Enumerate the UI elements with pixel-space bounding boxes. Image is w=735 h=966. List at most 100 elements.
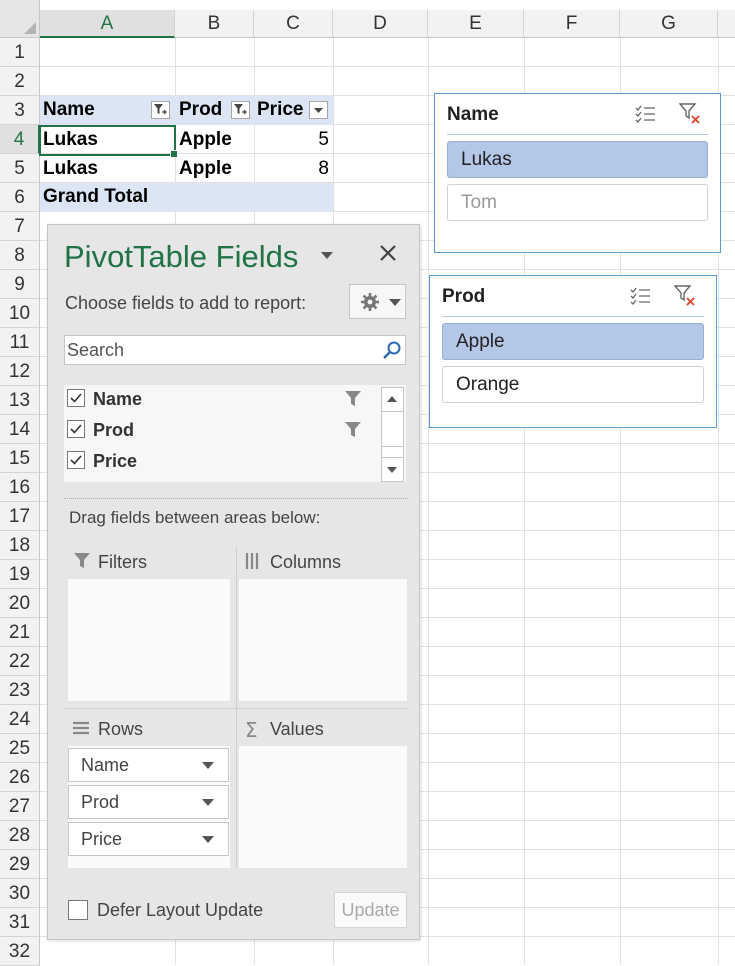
row-header-5[interactable]: 5 [0,154,40,183]
active-cell-cursor[interactable] [39,125,178,158]
pivot-cell-price[interactable]: 5 [254,126,329,154]
row-header-6[interactable]: 6 [0,183,40,212]
update-button[interactable]: Update [334,892,407,928]
row-header-22[interactable]: 22 [0,647,40,676]
row-header-31[interactable]: 31 [0,908,40,937]
columns-icon [245,552,261,575]
column-header-c[interactable]: C [254,10,333,38]
row-header-23[interactable]: 23 [0,676,40,705]
column-header-e[interactable]: E [428,10,524,38]
scroll-down-button[interactable] [382,457,403,481]
column-header-h[interactable] [718,10,735,38]
pivot-cell-name[interactable]: Lukas [43,155,98,183]
row-header-19[interactable]: 19 [0,560,40,589]
field-list-scrollbar[interactable] [381,387,404,482]
column-header-f[interactable]: F [524,10,620,38]
row-header-21[interactable]: 21 [0,618,40,647]
field-item-price[interactable]: Price [67,449,377,475]
multi-select-icon[interactable] [630,286,652,311]
filter-applied-icon[interactable] [231,101,250,119]
row-header-9[interactable]: 9 [0,270,40,299]
chevron-down-icon[interactable] [202,836,214,843]
row-field-prod[interactable]: Prod [68,785,229,819]
row-header-24[interactable]: 24 [0,705,40,734]
checkbox-checked[interactable] [67,389,85,407]
pane-options-dropdown-icon[interactable] [321,252,333,259]
pivot-header-prod[interactable]: Prod [175,96,254,125]
dropdown-arrow-icon[interactable] [309,101,328,119]
rows-area-label: Rows [98,719,144,739]
multi-select-icon[interactable] [635,104,657,129]
row-field-price[interactable]: Price [68,822,229,856]
row-header-17[interactable]: 17 [0,502,40,531]
row-header-32[interactable]: 32 [0,937,40,966]
column-header-b[interactable]: B [175,10,254,38]
pivot-cell-prod[interactable]: Apple [179,155,232,183]
row-header-30[interactable]: 30 [0,879,40,908]
row-header-18[interactable]: 18 [0,531,40,560]
layout-settings-button[interactable] [349,284,406,319]
scroll-up-button[interactable] [382,388,403,412]
row-header-13[interactable]: 13 [0,386,40,415]
row-header-25[interactable]: 25 [0,734,40,763]
row-header-11[interactable]: 11 [0,328,40,357]
rows-icon [72,721,90,742]
row-header-29[interactable]: 29 [0,850,40,879]
chevron-down-icon[interactable] [202,762,214,769]
column-header-a[interactable]: A [40,10,175,38]
slicer-item-orange[interactable]: Orange [442,366,704,403]
column-header-d[interactable]: D [333,10,428,38]
pivot-header-name[interactable]: Name [40,96,175,125]
row-header-15[interactable]: 15 [0,444,40,473]
row-header-1[interactable]: 1 [0,38,40,67]
row-header-26[interactable]: 26 [0,763,40,792]
filter-icon [344,390,362,413]
pivot-cell-price[interactable]: 8 [254,155,329,183]
close-icon[interactable] [379,244,397,267]
filter-applied-icon[interactable] [151,101,170,119]
clear-filter-icon[interactable] [678,102,703,131]
scroll-thumb[interactable] [382,412,403,447]
column-header-g[interactable]: G [620,10,718,38]
chevron-down-icon[interactable] [202,799,214,806]
field-item-prod[interactable]: Prod [67,418,377,444]
row-header-16[interactable]: 16 [0,473,40,502]
row-header-12[interactable]: 12 [0,357,40,386]
filters-area-label: Filters [98,552,147,572]
slicer-item-tom[interactable]: Tom [447,184,708,221]
pivot-header-price[interactable]: Price [254,96,333,125]
gear-icon [360,292,380,317]
checkbox-checked[interactable] [67,451,85,469]
pivot-cell-prod[interactable]: Apple [179,126,232,154]
search-icon[interactable] [382,340,402,368]
row-header-3[interactable]: 3 [0,96,40,125]
defer-layout-checkbox[interactable] [68,900,88,920]
gridline [40,66,735,67]
slicer-item-apple[interactable]: Apple [442,323,704,360]
clear-filter-icon[interactable] [673,284,698,313]
slicer-divider [447,134,708,135]
slicer-name[interactable]: Name Lukas Tom [434,93,721,253]
columns-drop-zone[interactable] [239,579,407,701]
row-header-7[interactable]: 7 [0,212,40,241]
row-header-2[interactable]: 2 [0,67,40,96]
row-header-10[interactable]: 10 [0,299,40,328]
field-search-input[interactable]: Search [64,335,406,365]
row-header-4[interactable]: 4 [0,125,40,154]
checkbox-checked[interactable] [67,420,85,438]
row-field-name[interactable]: Name [68,748,229,782]
area-divider [64,708,408,709]
choose-fields-label: Choose fields to add to report: [65,293,307,313]
grand-total-row[interactable]: Grand Total [40,183,333,212]
row-header-14[interactable]: 14 [0,415,40,444]
row-header-8[interactable]: 8 [0,241,40,270]
row-header-28[interactable]: 28 [0,821,40,850]
values-drop-zone[interactable] [239,746,407,868]
filters-drop-zone[interactable] [68,579,230,701]
slicer-item-lukas[interactable]: Lukas [447,141,708,178]
field-item-name[interactable]: Name [67,387,377,413]
row-header-27[interactable]: 27 [0,792,40,821]
row-header-20[interactable]: 20 [0,589,40,618]
slicer-prod[interactable]: Prod Apple Orange [429,275,717,428]
select-all-corner[interactable] [0,0,40,38]
